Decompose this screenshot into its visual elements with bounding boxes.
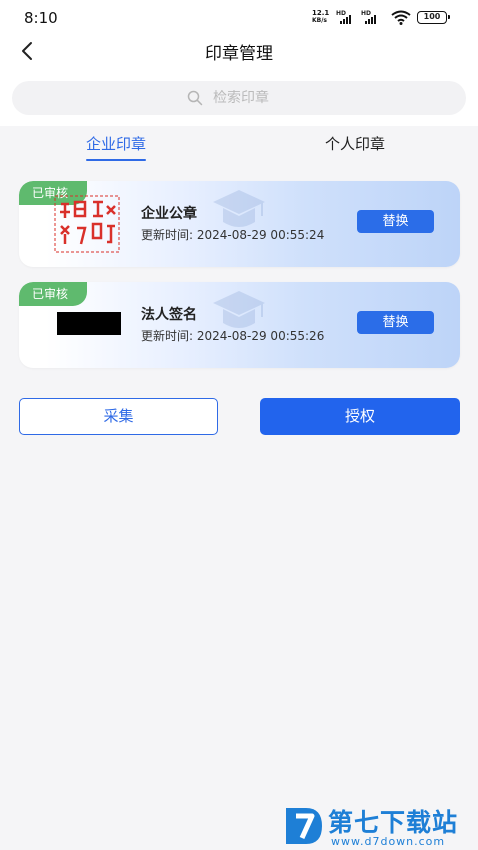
tab-bar: 企业印章 个人印章 <box>0 126 478 162</box>
authorize-button[interactable]: 授权 <box>260 398 460 435</box>
battery-icon: 100 <box>417 11 450 24</box>
search-icon <box>187 90 203 106</box>
replace-button[interactable]: 替换 <box>357 210 434 233</box>
wifi-icon <box>391 10 411 25</box>
seal-update-time: 更新时间: 2024-08-29 00:55:26 <box>141 329 325 343</box>
seal-card[interactable]: 已审核 企业公章 更新时间: 2024-08-29 00:55:24 替换 <box>19 181 460 267</box>
seal-name: 法人签名 <box>141 307 197 323</box>
collect-button[interactable]: 采集 <box>19 398 218 435</box>
site-url: www.d7down.com <box>331 835 446 848</box>
status-time: 8:10 <box>24 9 58 27</box>
page-title: 印章管理 <box>205 44 273 64</box>
status-badge: 已审核 <box>19 282 87 306</box>
tab-personal-seal[interactable]: 个人印章 <box>325 133 385 154</box>
seal-update-time: 更新时间: 2024-08-29 00:55:24 <box>141 228 325 242</box>
search-input[interactable] <box>213 90 291 106</box>
search-bar[interactable] <box>12 81 466 115</box>
replace-button[interactable]: 替换 <box>357 311 434 334</box>
seal-name: 企业公章 <box>141 206 197 222</box>
tab-company-seal[interactable]: 企业印章 <box>86 133 147 161</box>
d7-logo-icon <box>286 808 322 844</box>
signature-image-redacted <box>57 312 121 335</box>
seal-card[interactable]: 已审核 法人签名 更新时间: 2024-08-29 00:55:26 替换 <box>19 282 460 368</box>
company-seal-image <box>54 195 120 253</box>
site-name: 第七下载站 <box>328 808 459 837</box>
net-speed: 12.1 KB/s <box>312 9 330 25</box>
header: 印章管理 <box>0 34 478 126</box>
site-watermark-logo: 第七下载站 www.d7down.com <box>284 800 474 850</box>
status-bar: 8:10 12.1 KB/s HD HD 100 <box>0 0 478 34</box>
